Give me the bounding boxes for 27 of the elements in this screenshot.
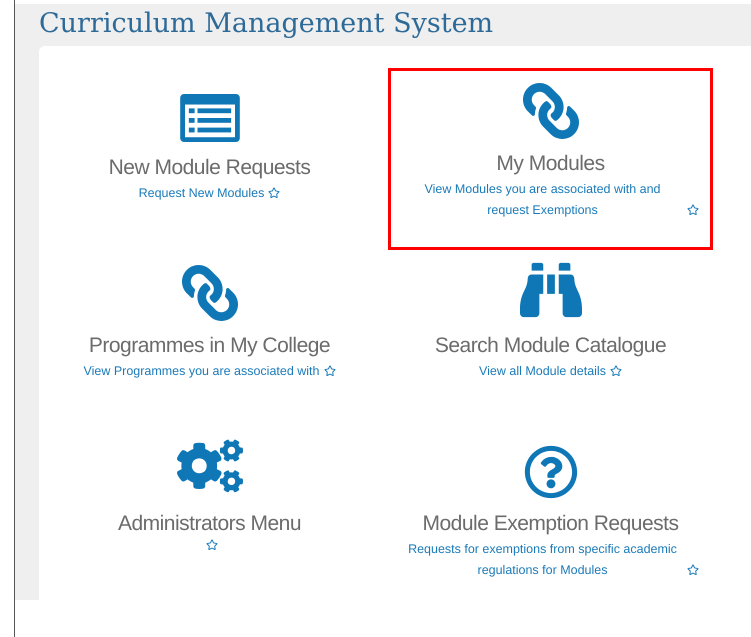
tile-description[interactable]: Request New Modules [138, 183, 264, 204]
star-icon[interactable] [686, 204, 698, 216]
star-icon[interactable] [610, 365, 622, 377]
tile-title: Module Exemption Requests [422, 511, 678, 537]
list-icon [178, 93, 240, 143]
tile-title: My Modules [496, 151, 605, 177]
tile-description[interactable]: Requests for exemptions from specific academic regulations for Modules [402, 539, 682, 581]
menu-tile[interactable]: New Module Requests Request New Modules [47, 72, 372, 250]
tile-title: New Module Requests [108, 155, 310, 181]
chain-link-icon [522, 83, 578, 139]
tile-title: Search Module Catalogue [434, 333, 666, 359]
star-icon[interactable] [686, 564, 698, 576]
menu-tile[interactable]: Module Exemption Requests Requests for exemptions from specific academic regulations for Modules [388, 428, 713, 606]
menu-tile[interactable]: Search Module Catalogue View all Module details [388, 250, 713, 428]
tile-description[interactable]: View Programmes you are associated with [84, 361, 320, 382]
page-title: Curriculum Management System [39, 7, 494, 41]
tile-title: Administrators Menu [118, 511, 302, 537]
menu-tile[interactable]: Administrators Menu [47, 428, 372, 606]
star-icon[interactable] [268, 187, 280, 199]
tile-description[interactable]: View all Module details [479, 361, 606, 382]
star-icon[interactable] [324, 365, 336, 377]
tile-title: Programmes in My College [88, 333, 330, 359]
star-icon[interactable] [206, 539, 218, 551]
menu-tile[interactable]: My Modules View Modules you are associated with and request Exemptions [388, 68, 713, 250]
chain-link-icon [182, 265, 238, 321]
tile-description[interactable]: View Modules you are associated with and request Exemptions [402, 179, 682, 221]
menu-tile[interactable]: Programmes in My College View Programmes you are associated with [47, 250, 372, 428]
